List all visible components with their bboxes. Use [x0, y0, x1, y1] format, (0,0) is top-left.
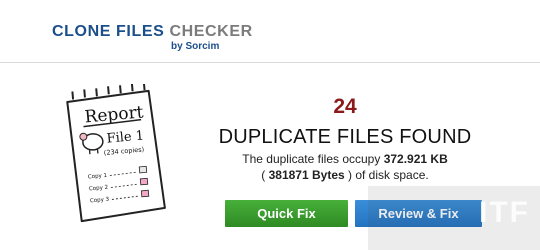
app-logo: CLONE FILES CHECKER by Sorcim	[52, 23, 253, 52]
result-headline: DUPLICATE FILES FOUND	[218, 126, 472, 148]
watermark-logo: ITF	[479, 196, 530, 229]
disk-usage-kb: The duplicate files occupy 372.921 KB	[200, 152, 490, 166]
report-row-checkbox	[140, 189, 150, 198]
bytes-value: 381871 Bytes	[268, 168, 345, 182]
report-row-checkbox	[138, 165, 148, 174]
report-ring	[71, 91, 75, 100]
report-ring	[119, 85, 122, 94]
logo-title: CLONE FILES CHECKER	[52, 23, 253, 41]
disk-usage-bytes: ( 381871 Bytes ) of disk space.	[200, 168, 490, 182]
quick-fix-button[interactable]: Quick Fix	[225, 200, 348, 227]
bytes-prefix: (	[261, 168, 269, 182]
disk-usage-size: 372.921 KB	[383, 152, 448, 166]
header-divider	[0, 62, 540, 63]
report-ring	[95, 88, 98, 97]
disk-usage-prefix: The duplicate files occupy	[242, 152, 384, 166]
report-row-checkbox	[139, 177, 149, 186]
report-ring	[83, 89, 86, 98]
bytes-suffix: ) of disk space.	[344, 168, 429, 182]
logo-title-part2: CHECKER	[169, 23, 253, 40]
duplicate-count: 24	[333, 95, 357, 118]
report-ring	[107, 86, 110, 95]
logo-title-part1: CLONE FILES	[52, 23, 170, 40]
watermark-overlay: ITF	[368, 186, 540, 250]
sheep-head	[79, 132, 88, 141]
logo-byline: by Sorcim	[171, 41, 220, 52]
report-icon: Report File 1 (234 copies) Copy 1 Copy 2…	[66, 84, 166, 223]
report-ring	[142, 84, 146, 91]
report-ring	[130, 84, 134, 92]
